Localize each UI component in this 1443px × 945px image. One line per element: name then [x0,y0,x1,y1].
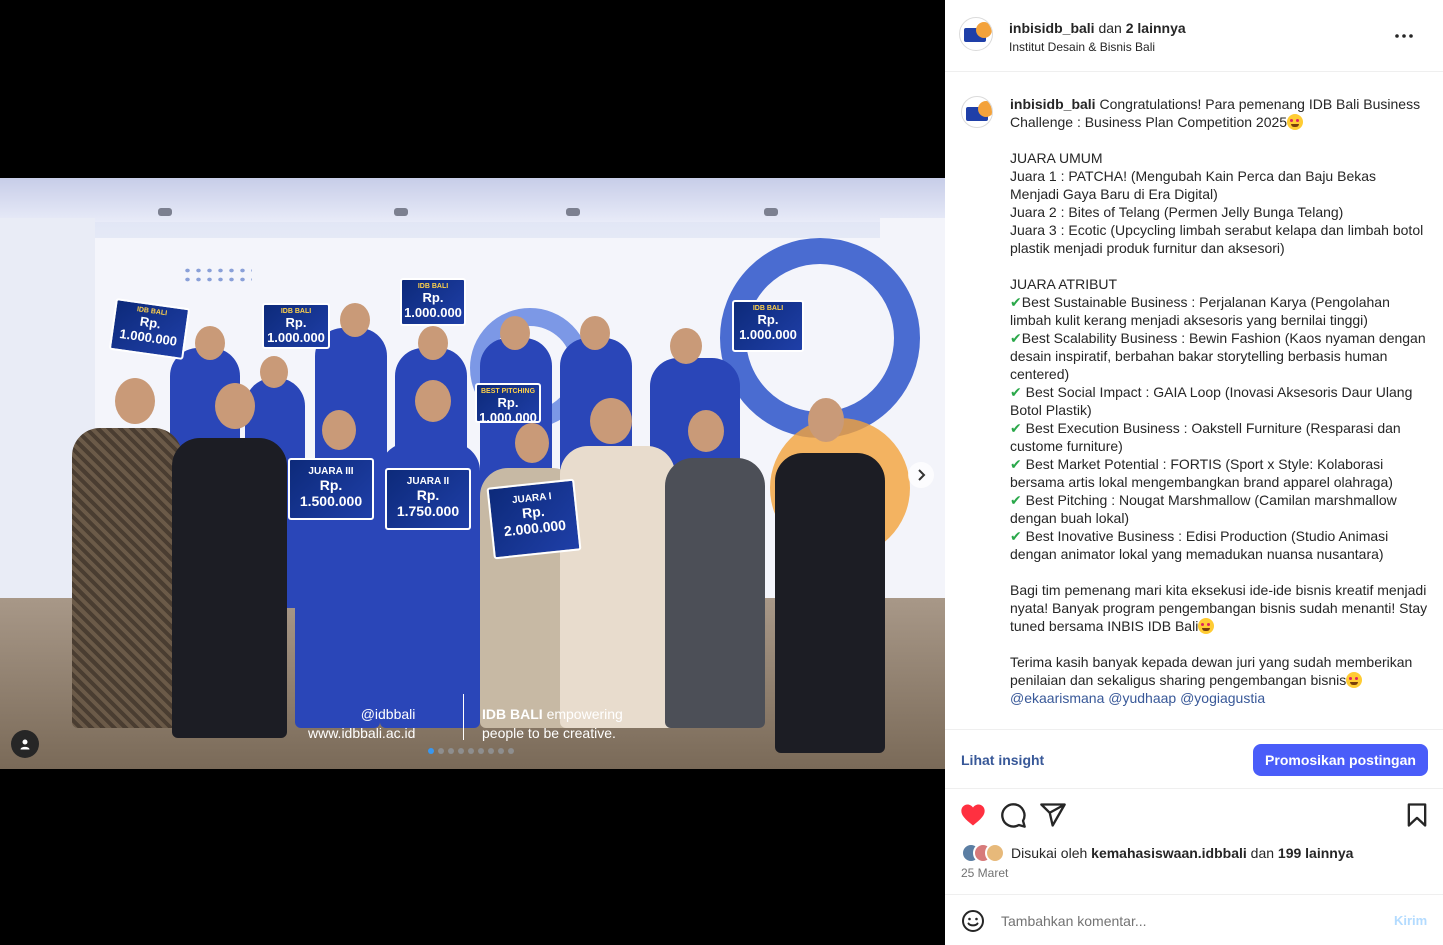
prize-board: IDB BALI Rp. 1.000.000 [400,278,466,326]
prize-board-juara-3: JUARA III Rp. 1.500.000 [288,458,374,520]
juara-umum-title: JUARA UMUM [1010,150,1103,166]
prize-board-juara-1: JUARA I Rp. 2.000.000 [486,478,582,560]
caption-mentions[interactable]: @ekaarismana @yudhaap @yogiagustia [1010,689,1428,707]
liker-username[interactable]: kemahasiswaan.idbbali [1091,845,1247,861]
share-button[interactable] [1039,801,1067,829]
post-location[interactable]: Institut Desain & Bisnis Bali [1009,40,1155,54]
check-mark-icon: ✔ [1010,330,1022,346]
author-avatar[interactable] [959,17,993,51]
likes-summary: Disukai oleh kemahasiswaan.idbbali dan 1… [961,842,1353,864]
user-icon [20,739,30,750]
liker-avatar[interactable] [985,843,1005,863]
check-mark-icon: ✔ [1010,492,1022,508]
bookmark-icon [1407,803,1427,827]
post-actions [945,795,1443,835]
juara-item: Juara 2 : Bites of Telang (Permen Jelly … [1010,204,1344,220]
instagram-post-modal: IDB BALI Rp. 1.000.000 IDB BALI Rp. 1.00… [0,0,1443,945]
carousel-dot [478,748,484,754]
carousel-dot [468,748,474,754]
send-comment-button[interactable]: Kirim [1394,913,1427,928]
comment-icon [1001,803,1026,828]
insight-bar: Lihat insight Promosikan postingan [945,729,1443,789]
tagged-users-button[interactable] [11,730,39,758]
check-mark-icon: ✔ [1010,420,1022,436]
comment-button[interactable] [999,801,1027,829]
carousel-dot [498,748,504,754]
likes-count[interactable]: 199 lainnya [1278,845,1354,861]
comment-input[interactable] [1001,911,1381,931]
prize-board: IDB BALI Rp. 1.000.000 [108,298,191,360]
like-button[interactable] [959,801,987,829]
carousel-dot [458,748,464,754]
promote-post-button[interactable]: Promosikan postingan [1253,744,1428,776]
heart-filled-icon [961,804,985,826]
carousel-dot [438,748,444,754]
post-header: inbisidb_bali dan 2 lainnya Institut Des… [945,0,1443,72]
more-options-button[interactable] [1395,22,1413,45]
check-mark-icon: ✔ [1010,528,1022,544]
check-mark-icon: ✔ [1010,384,1022,400]
post-caption: inbisidb_bali Congratulations! Para peme… [1010,96,1428,707]
carousel-indicator [428,748,514,754]
watermark-brand: IDB BALI empowering people to be creativ… [482,706,623,741]
send-icon [1040,803,1066,827]
juara-item: Juara 1 : PATCHA! (Mengubah Kain Perca d… [1010,168,1377,202]
smiley-icon [962,910,984,932]
post-details-panel: inbisidb_bali dan 2 lainnya Institut Des… [945,0,1443,945]
media-panel: IDB BALI Rp. 1.000.000 IDB BALI Rp. 1.00… [0,0,945,945]
post-date[interactable]: 25 Maret [961,866,1008,880]
check-mark-icon: ✔ [1010,294,1022,310]
post-author: inbisidb_bali dan 2 lainnya [1009,20,1186,36]
watermark-divider [463,694,464,740]
save-button[interactable] [1403,801,1431,829]
carousel-dot [488,748,494,754]
more-horizontal-icon [1395,34,1413,38]
star-struck-emoji-icon [1287,114,1304,130]
carousel-dot [508,748,514,754]
watermark-contact: @idbbali www.idbbali.ac.id [308,706,416,741]
caption-scroll-area[interactable]: inbisidb_bali Congratulations! Para peme… [945,72,1443,729]
emoji-picker-button[interactable] [961,909,985,933]
hands-emoji-icon [1198,618,1215,634]
prize-board: IDB BALI Rp. 1.000.000 [732,300,804,352]
star-struck-emoji-icon [1346,672,1363,688]
view-insights-link[interactable]: Lihat insight [961,752,1044,768]
next-photo-button[interactable] [908,462,934,488]
juara-atribut-title: JUARA ATRIBUT [1010,276,1118,292]
comment-bar: Kirim [945,894,1443,945]
juara-item: Juara 3 : Ecotic (Upcycling limbah serab… [1010,222,1424,256]
post-photo[interactable]: IDB BALI Rp. 1.000.000 IDB BALI Rp. 1.00… [0,178,945,769]
caption-username[interactable]: inbisidb_bali [1010,96,1096,112]
caption-author-avatar[interactable] [961,96,993,128]
prize-board: BEST PITCHING Rp. 1.000.000 [475,383,541,425]
carousel-dot [428,748,434,754]
check-mark-icon: ✔ [1010,456,1022,472]
chevron-right-icon [918,469,926,481]
prize-board: IDB BALI Rp. 1.000.000 [262,303,330,349]
carousel-dot [448,748,454,754]
prize-board-juara-2: JUARA II Rp. 1.750.000 [385,468,471,530]
